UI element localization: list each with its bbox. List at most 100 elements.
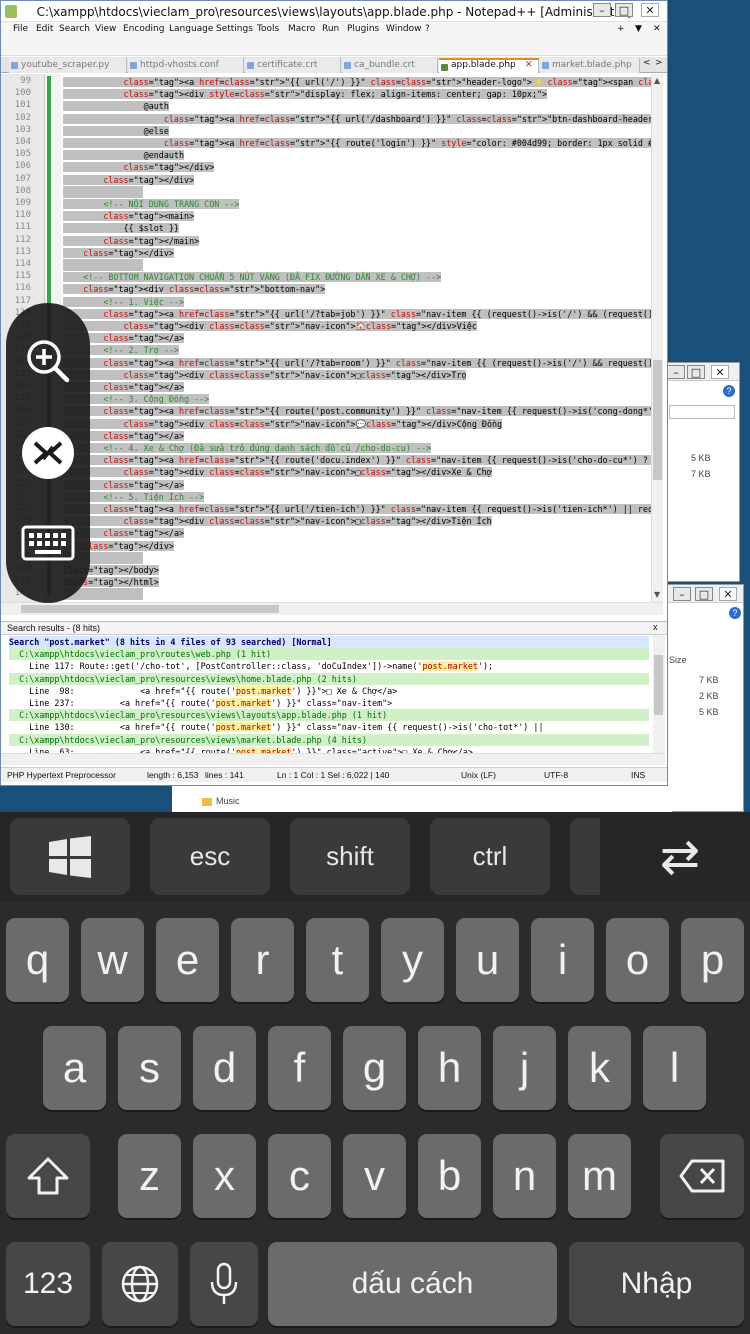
tab-youtube-scraper[interactable]: youtube_scraper.py — [9, 58, 127, 73]
code-line[interactable]: @else — [63, 125, 169, 137]
search-hit-row[interactable]: Line 117: Route::get('/cho-tot', [PostCo… — [9, 660, 649, 672]
new-tab-button[interactable]: + — [617, 24, 625, 34]
menu-plugins[interactable]: Plugins — [347, 24, 379, 34]
windows-key[interactable] — [10, 818, 130, 895]
close-button[interactable]: ✕ — [711, 365, 729, 379]
search-file-row[interactable]: C:\xampp\htdocs\vieclam_pro\resources\vi… — [9, 709, 649, 722]
key-p[interactable]: p — [681, 918, 744, 1002]
search-file-row[interactable]: C:\xampp\htdocs\vieclam_pro\routes\web.p… — [9, 648, 649, 661]
scroll-thumb[interactable] — [21, 605, 279, 613]
menu-view[interactable]: View — [95, 24, 116, 34]
close-doc-button[interactable]: ✕ — [653, 24, 661, 34]
connection-button[interactable] — [6, 411, 90, 495]
scroll-down-arrow[interactable]: ▼ — [654, 590, 660, 599]
key-t[interactable]: t — [306, 918, 369, 1002]
key-v[interactable]: v — [343, 1134, 406, 1218]
space-key[interactable]: dấu cách — [268, 1242, 557, 1326]
tab-scroll-left[interactable]: < — [643, 58, 651, 68]
editor-vertical-scrollbar[interactable]: ▲ ▼ — [651, 74, 663, 604]
menu-window[interactable]: Window — [386, 24, 422, 34]
size-column-header[interactable]: Size — [669, 655, 687, 665]
background-window-bottom[interactable]: – □ ✕ ? Size 7 KB 2 KB 5 KB — [664, 584, 744, 812]
key-m[interactable]: m — [568, 1134, 631, 1218]
code-line[interactable]: class="tag"><main> — [63, 210, 195, 222]
code-line[interactable]: class="tag"></div> — [63, 247, 174, 259]
menu-help[interactable]: ? — [425, 24, 430, 34]
editor-horizontal-scrollbar[interactable] — [1, 602, 663, 615]
search-hit-row[interactable]: Line 63: <a href="{{ route('post.market'… — [9, 746, 649, 753]
code-line[interactable]: class="tag"><div class=class="str">"nav-… — [63, 515, 492, 527]
key-c[interactable]: c — [268, 1134, 331, 1218]
minimize-button[interactable]: – — [667, 365, 685, 379]
code-line[interactable]: class="tag"><div class=class="str">"bott… — [63, 283, 326, 295]
menu-run[interactable]: Run — [322, 24, 339, 34]
key-i[interactable]: i — [531, 918, 594, 1002]
menu-language[interactable]: Language — [169, 24, 213, 34]
globe-key[interactable] — [102, 1242, 178, 1326]
help-icon[interactable]: ? — [729, 607, 741, 619]
code-editor[interactable]: 99 100 101 102 103 104 105 106 107 108 109 110 111 11… — [1, 74, 663, 602]
key-g[interactable]: g — [343, 1026, 406, 1110]
search-hit-row[interactable]: Line 130: <a href="{{ route('post.market… — [9, 721, 649, 733]
code-line[interactable]: class="tag"><a href=class="str">"{{ url(… — [63, 76, 663, 88]
tab-close-icon[interactable]: ✕ — [525, 60, 533, 71]
tab-certificate[interactable]: certificate.crt — [245, 58, 341, 73]
code-line[interactable]: <!-- 4. Xe & Chợ (Đã sửa trỏ đúng danh s… — [63, 442, 432, 454]
tab-market-blade[interactable]: market.blade.php — [540, 58, 640, 73]
menu-edit[interactable]: Edit — [36, 24, 53, 34]
minimize-button[interactable]: – — [593, 3, 611, 17]
key-d[interactable]: d — [193, 1026, 256, 1110]
code-line[interactable]: class="tag"><a href=class="str">"{{ url(… — [63, 503, 663, 515]
code-line[interactable]: class="tag"><div class=class="str">"nav-… — [63, 418, 503, 430]
key-h[interactable]: h — [418, 1026, 481, 1110]
menu-tools[interactable]: Tools — [257, 24, 279, 34]
background-window-titlebar[interactable]: – □ ✕ — [665, 585, 743, 603]
numbers-key[interactable]: 123 — [6, 1242, 90, 1326]
search-hit-row[interactable]: Line 98: <a href="{{ route('post.market'… — [9, 685, 649, 697]
key-j[interactable]: j — [493, 1026, 556, 1110]
code-line[interactable]: class="tag"><a href=class="str">"{{ rout… — [63, 405, 663, 417]
keyboard-button[interactable] — [6, 501, 90, 585]
help-icon[interactable]: ? — [723, 385, 735, 397]
key-s[interactable]: s — [118, 1026, 181, 1110]
code-line[interactable]: <!-- NỘI DUNG TRANG CON --> — [63, 198, 240, 210]
search-file-row[interactable]: C:\xampp\htdocs\vieclam_pro\resources\vi… — [9, 733, 649, 746]
maximize-button[interactable]: □ — [615, 3, 633, 17]
code-line[interactable]: class="tag"><a href=class="str">"{{ url(… — [63, 308, 663, 320]
key-r[interactable]: r — [231, 918, 294, 1002]
code-line[interactable]: class="tag"><div style=class="str">"disp… — [63, 88, 548, 100]
key-b[interactable]: b — [418, 1134, 481, 1218]
code-line[interactable]: class="tag"><a href=class="str">"{{ url(… — [63, 113, 663, 125]
search-summary[interactable]: Search "post.market" (8 hits in 4 files … — [9, 636, 649, 648]
key-y[interactable]: y — [381, 918, 444, 1002]
status-encoding[interactable]: UTF-8 — [544, 770, 568, 780]
zoom-button[interactable] — [6, 319, 90, 403]
code-line[interactable]: class="tag"></div> — [63, 161, 215, 173]
search-results-scrollbar[interactable] — [653, 635, 665, 753]
search-file-row[interactable]: C:\xampp\htdocs\vieclam_pro\resources\vi… — [9, 672, 649, 685]
background-window-titlebar[interactable]: – □ ✕ — [665, 363, 739, 381]
search-field[interactable] — [669, 405, 735, 419]
code-line[interactable]: class="tag"><div class=class="str">"nav-… — [63, 320, 477, 332]
code-line[interactable]: class="tag"><a href=class="str">"{{ rout… — [63, 454, 663, 466]
scroll-thumb[interactable] — [654, 655, 663, 715]
esc-key[interactable]: esc — [150, 818, 270, 895]
menu-file[interactable]: File — [13, 24, 28, 34]
search-hit-row[interactable]: Line 237: <a href="{{ route('post.market… — [9, 697, 649, 709]
search-results-panel[interactable]: Search "post.market" (8 hits in 4 files … — [1, 635, 653, 753]
key-o[interactable]: o — [606, 918, 669, 1002]
backspace-key[interactable] — [660, 1134, 744, 1218]
swap-keys-button[interactable]: ⇄ — [620, 818, 740, 895]
maximize-button[interactable]: □ — [695, 587, 713, 601]
close-button[interactable]: ✕ — [719, 587, 737, 601]
code-line[interactable]: class="tag"></div> — [63, 174, 195, 186]
tab-app-blade[interactable]: app.blade.php ✕ — [439, 58, 539, 73]
status-insert-mode[interactable]: INS — [631, 770, 645, 780]
key-n[interactable]: n — [493, 1134, 556, 1218]
code-line[interactable]: class="tag"><a href=class="str">"{{ rout… — [63, 137, 663, 149]
menu-encoding[interactable]: Encoding — [123, 24, 164, 34]
close-button[interactable]: ✕ — [641, 3, 659, 17]
scroll-thumb[interactable] — [653, 360, 662, 480]
code-line[interactable]: <!-- 1. Việc --> — [63, 296, 185, 308]
key-z[interactable]: z — [118, 1134, 181, 1218]
